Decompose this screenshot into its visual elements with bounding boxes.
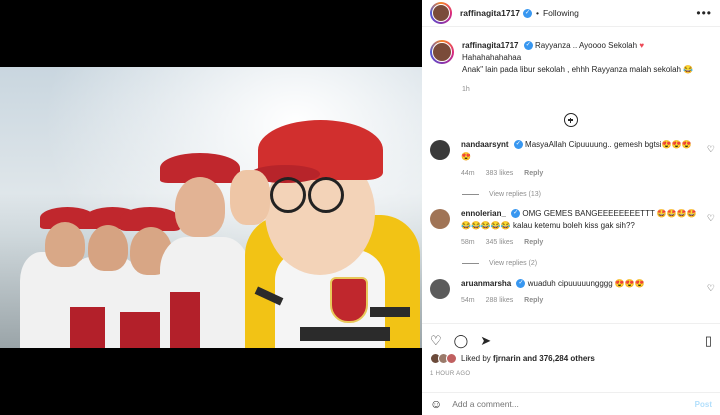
comment-likes[interactable]: 345 likes <box>486 239 514 246</box>
comment-likes[interactable]: 383 likes <box>486 170 514 177</box>
add-comment-bar: ☺ Post <box>422 392 720 415</box>
comment-input[interactable] <box>452 399 663 409</box>
post-media <box>0 0 422 415</box>
comment-heart-icon[interactable]: ♡ <box>707 144 715 155</box>
commenter-avatar[interactable] <box>430 209 450 229</box>
post-photo[interactable] <box>0 67 422 348</box>
liker-username[interactable]: fjrnarin <box>493 354 521 363</box>
reply-button[interactable]: Reply <box>524 239 543 246</box>
commenter-avatar[interactable] <box>430 140 450 160</box>
likes-count[interactable]: and 376,284 others <box>523 354 595 363</box>
comment-likes[interactable]: 288 likes <box>486 297 514 304</box>
comment-item: nandaarsynt ✓ MasyaAllah Cipuuuung.. gem… <box>422 139 720 180</box>
caption-time: 1h <box>462 86 470 93</box>
caption-avatar[interactable] <box>430 40 454 64</box>
more-icon[interactable]: ••• <box>696 6 712 20</box>
commenter-username[interactable]: aruanmarsha <box>461 279 511 288</box>
share-icon[interactable]: ➤ <box>480 334 491 347</box>
comments-scroll-area[interactable]: raffinagita1717 ✓ Rayyanza .. Ayoooo Sek… <box>422 28 720 323</box>
commenter-username[interactable]: ennolerian_ <box>461 209 506 218</box>
comment-heart-icon[interactable]: ♡ <box>707 283 715 294</box>
comment-time: 54m <box>461 297 475 304</box>
commenter-avatar[interactable] <box>430 279 450 299</box>
caption-line-2: Hahahahahahaa <box>462 53 522 62</box>
view-replies-button[interactable]: View replies (2) <box>462 260 720 267</box>
verified-icon: ✓ <box>511 209 521 219</box>
caption-line-1: Rayyanza .. Ayoooo Sekolah <box>534 41 638 50</box>
bookmark-icon[interactable]: ▯ <box>705 334 712 347</box>
comment-item: aruanmarsha ✓ wuaduh cipuuuuungggg 😍😍😍 5… <box>422 278 720 307</box>
comment-time: 58m <box>461 239 475 246</box>
verified-icon: ✓ <box>523 8 532 18</box>
reply-button[interactable]: Reply <box>524 297 543 304</box>
view-replies-button[interactable]: View replies (13) <box>462 191 720 198</box>
liker-avatar <box>446 353 457 364</box>
author-username[interactable]: raffinagita1717 <box>460 8 520 18</box>
post-actions: ♡ ◯ ➤ ▯ Liked by fjrnarin and 376,284 ot… <box>422 323 720 377</box>
post-side-panel: raffinagita1717 ✓ • Following ••• raffin… <box>422 0 720 415</box>
school-emblem <box>330 277 368 323</box>
commenter-username[interactable]: nandaarsynt <box>461 140 509 149</box>
comment-item: ennolerian_ ✓ OMG GEMES BANGEEEEEEEETTT … <box>422 208 720 249</box>
caption-username[interactable]: raffinagita1717 <box>462 41 518 50</box>
post-header: raffinagita1717 ✓ • Following ••• <box>422 0 720 27</box>
caption-line-3: Anak" lain pada libur sekolah , ehhh Ray… <box>462 65 694 74</box>
follow-status[interactable]: Following <box>543 8 579 18</box>
verified-icon: ✓ <box>523 41 533 51</box>
comment-icon[interactable]: ◯ <box>454 334 469 347</box>
heart-icon: ♥ <box>639 41 645 50</box>
author-avatar[interactable] <box>430 2 452 24</box>
verified-icon: ✓ <box>513 140 523 150</box>
likes-summary: Liked by fjrnarin and 376,284 others <box>430 353 712 364</box>
glasses <box>270 177 306 213</box>
add-comment-icon[interactable] <box>564 113 578 127</box>
verified-icon: ✓ <box>516 279 526 289</box>
comment-text: wuaduh cipuuuuungggg 😍😍😍 <box>527 279 645 288</box>
post-caption: raffinagita1717 ✓ Rayyanza .. Ayoooo Sek… <box>422 28 720 96</box>
post-timestamp: 1 HOUR AGO <box>430 371 471 377</box>
emoji-icon[interactable]: ☺ <box>430 397 442 411</box>
comment-heart-icon[interactable]: ♡ <box>707 213 715 224</box>
comment-time: 44m <box>461 170 475 177</box>
post-button[interactable]: Post <box>695 400 712 409</box>
reply-button[interactable]: Reply <box>524 170 543 177</box>
post-modal: raffinagita1717 ✓ • Following ••• raffin… <box>0 0 720 415</box>
heart-icon[interactable]: ♡ <box>430 334 442 347</box>
